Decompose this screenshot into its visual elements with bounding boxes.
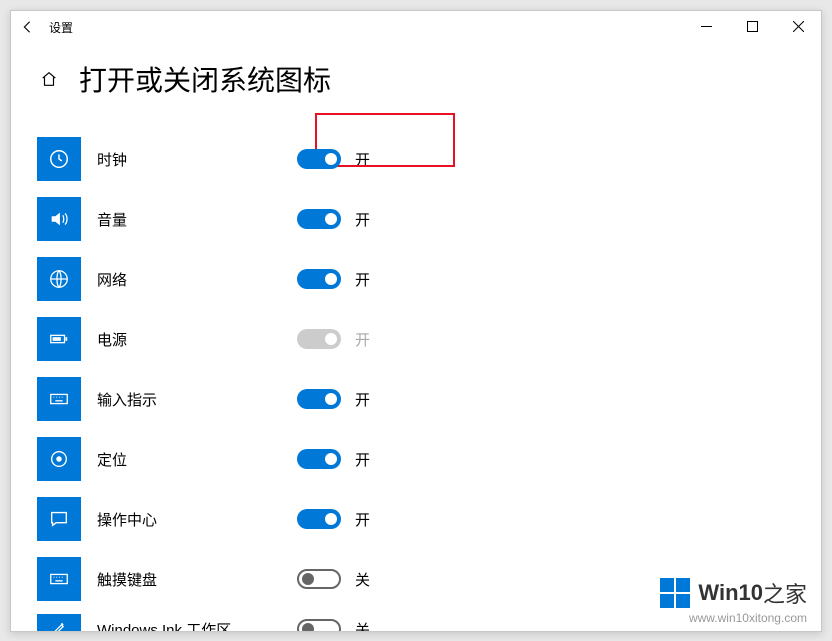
toggle-state: 开 <box>355 329 370 350</box>
close-icon <box>793 21 804 32</box>
toggle-ink[interactable] <box>297 619 341 632</box>
maximize-button[interactable] <box>729 11 775 41</box>
row-location: 定位 开 <box>37 429 795 489</box>
clock-tile <box>37 137 81 181</box>
toggle-wrap-power: 开 <box>297 329 370 350</box>
location-icon <box>48 448 70 470</box>
volume-tile <box>37 197 81 241</box>
minimize-button[interactable] <box>683 11 729 41</box>
row-network: 网络 开 <box>37 249 795 309</box>
watermark-brand-main: Win10 <box>698 580 763 606</box>
title-bar: 设置 <box>11 11 821 43</box>
toggle-state: 开 <box>355 149 370 170</box>
clock-icon <box>48 148 70 170</box>
windows-logo-icon <box>660 578 690 608</box>
location-tile <box>37 437 81 481</box>
row-volume: 音量 开 <box>37 189 795 249</box>
toggle-wrap-volume: 开 <box>297 209 370 230</box>
toggle-power <box>297 329 341 349</box>
toggle-wrap-input: 开 <box>297 389 370 410</box>
watermark: Win10 之家 www.win10xitong.com <box>660 577 807 625</box>
network-tile <box>37 257 81 301</box>
watermark-url: www.win10xitong.com <box>660 611 807 625</box>
power-tile <box>37 317 81 361</box>
row-label: 输入指示 <box>97 389 297 410</box>
row-label: 定位 <box>97 449 297 470</box>
globe-icon <box>48 268 70 290</box>
watermark-main: Win10 之家 <box>660 577 807 609</box>
toggle-state: 关 <box>355 619 370 633</box>
toggle-state: 开 <box>355 269 370 290</box>
toggle-volume[interactable] <box>297 209 341 229</box>
ink-tile <box>37 614 81 632</box>
keyboard-icon <box>48 388 70 410</box>
toggle-wrap-clock: 开 <box>297 149 370 170</box>
row-power: 电源 开 <box>37 309 795 369</box>
settings-list: 时钟 开 音量 开 网络 开 <box>37 129 795 631</box>
back-button[interactable] <box>11 11 43 43</box>
app-title: 设置 <box>49 19 73 36</box>
row-label: 音量 <box>97 209 297 230</box>
toggle-wrap-touchkb: 关 <box>297 569 370 590</box>
toggle-location[interactable] <box>297 449 341 469</box>
arrow-left-icon <box>20 20 34 34</box>
toggle-action-center[interactable] <box>297 509 341 529</box>
toggle-network[interactable] <box>297 269 341 289</box>
home-button[interactable] <box>37 67 61 91</box>
toggle-touch-keyboard[interactable] <box>297 569 341 589</box>
toggle-state: 开 <box>355 209 370 230</box>
settings-window: 设置 打开或关闭系统图标 时钟 <box>10 10 822 632</box>
row-label: 操作中心 <box>97 509 297 530</box>
toggle-state: 关 <box>355 569 370 590</box>
row-label: 时钟 <box>97 149 297 170</box>
toggle-wrap-network: 开 <box>297 269 370 290</box>
row-label: 电源 <box>97 329 297 350</box>
toggle-wrap-ink: 关 <box>297 619 370 633</box>
close-button[interactable] <box>775 11 821 41</box>
toggle-state: 开 <box>355 389 370 410</box>
window-controls <box>683 11 821 41</box>
battery-icon <box>48 328 70 350</box>
minimize-icon <box>701 21 712 32</box>
row-label: Windows Ink 工作区 <box>97 619 297 633</box>
toggle-input[interactable] <box>297 389 341 409</box>
row-input: 输入指示 开 <box>37 369 795 429</box>
touchkb-tile <box>37 557 81 601</box>
toggle-wrap-location: 开 <box>297 449 370 470</box>
toggle-clock[interactable] <box>297 149 341 169</box>
row-label: 网络 <box>97 269 297 290</box>
row-action-center: 操作中心 开 <box>37 489 795 549</box>
page-title: 打开或关闭系统图标 <box>79 59 331 99</box>
watermark-brand-sub: 之家 <box>763 577 807 609</box>
row-clock: 时钟 开 <box>37 129 795 189</box>
row-label: 触摸键盘 <box>97 569 297 590</box>
toggle-wrap-action: 开 <box>297 509 370 530</box>
input-tile <box>37 377 81 421</box>
home-icon <box>40 70 58 88</box>
pen-icon <box>49 619 69 632</box>
maximize-icon <box>747 21 758 32</box>
toggle-state: 开 <box>355 449 370 470</box>
action-center-tile <box>37 497 81 541</box>
volume-icon <box>48 208 70 230</box>
keyboard-icon <box>48 568 70 590</box>
notification-icon <box>48 508 70 530</box>
page-header: 打开或关闭系统图标 <box>37 59 331 99</box>
toggle-state: 开 <box>355 509 370 530</box>
